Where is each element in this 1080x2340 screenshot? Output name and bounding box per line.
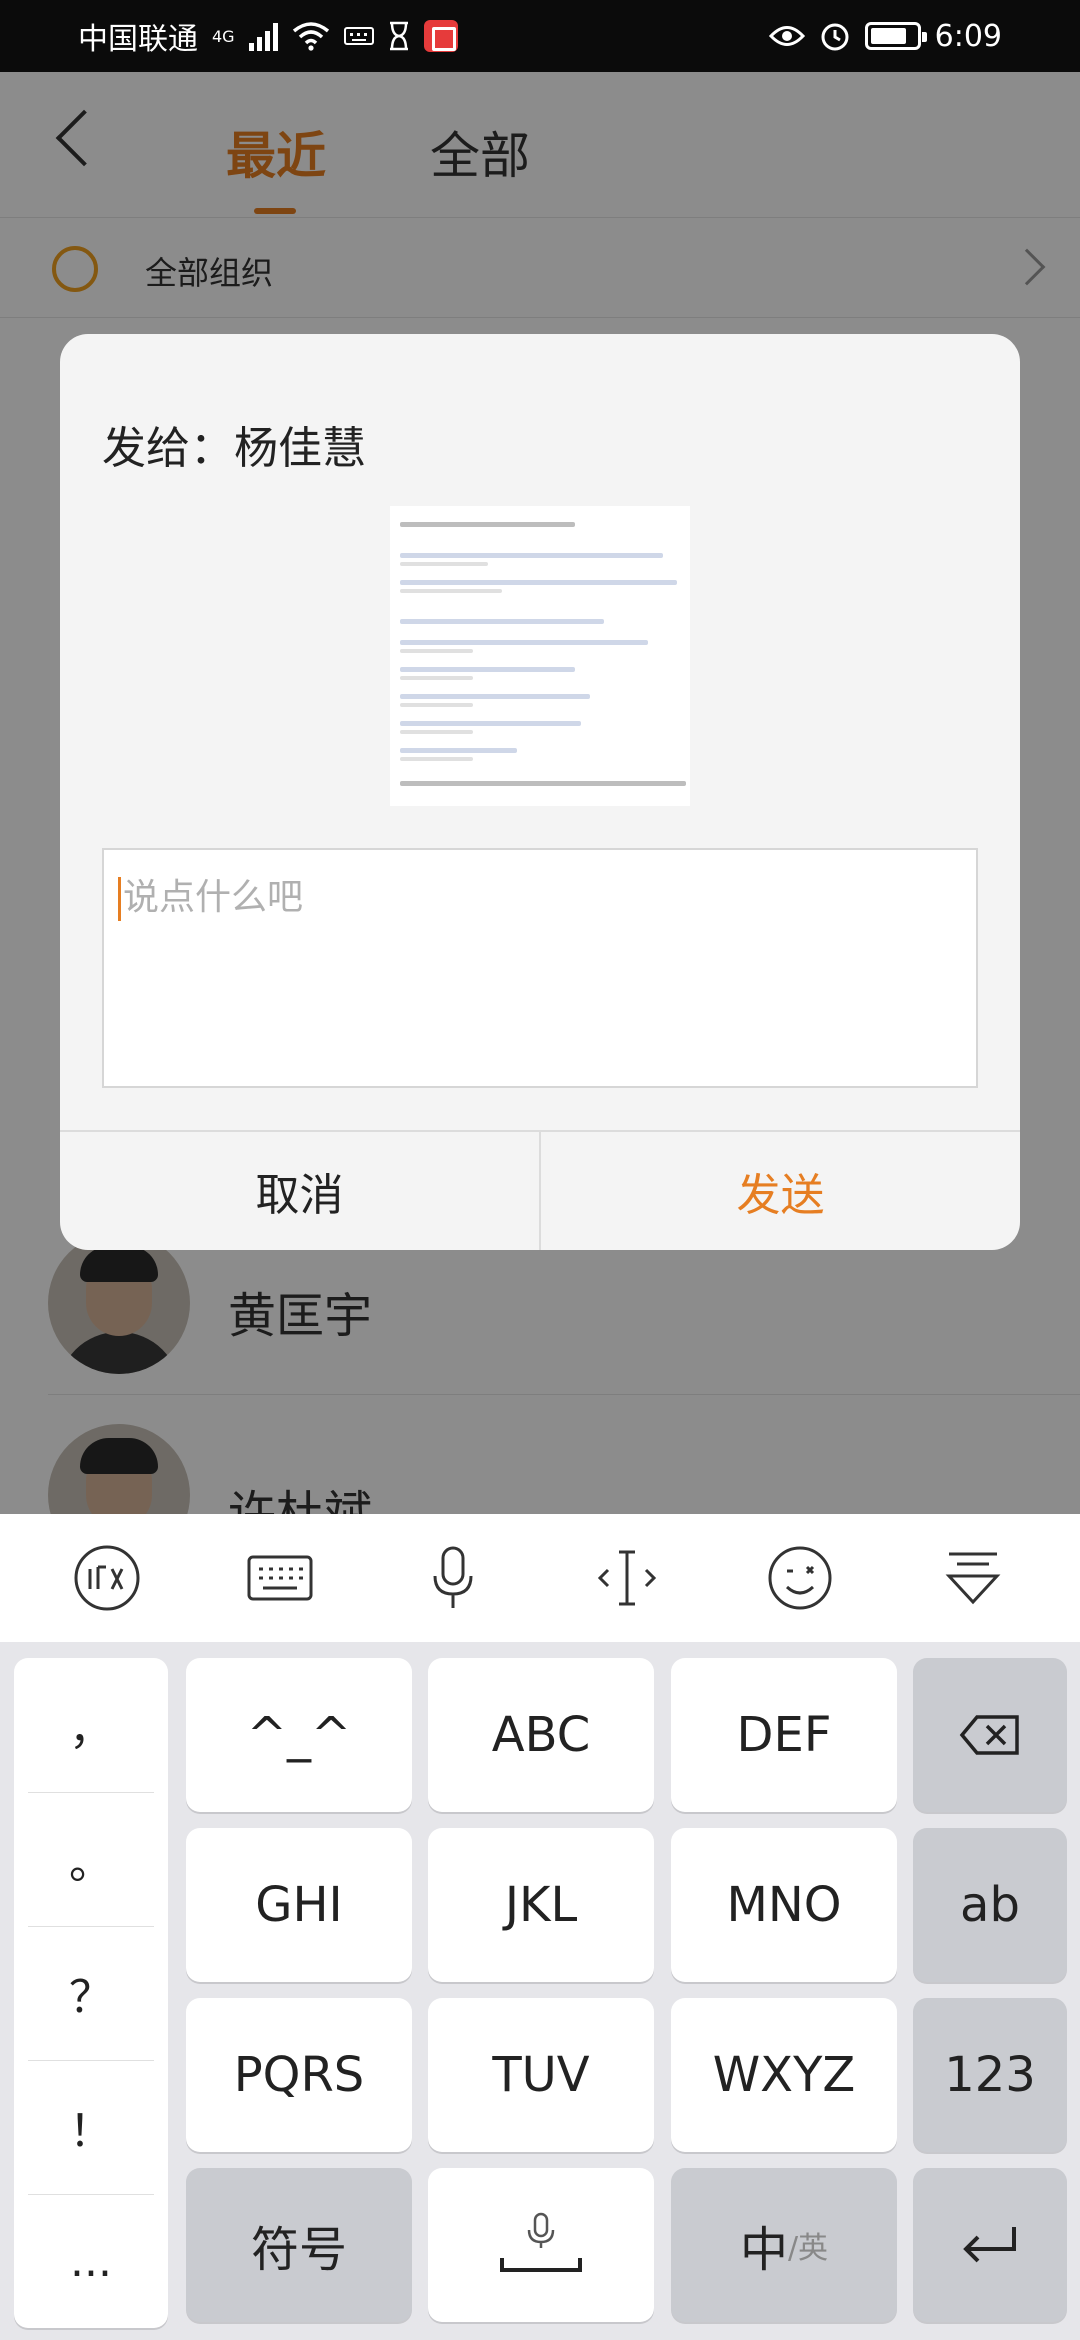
status-left: 中国联通 4G [78, 14, 458, 58]
key-pqrs[interactable]: PQRS [186, 1998, 412, 2152]
key-comma[interactable]: ， [14, 1658, 168, 1792]
alarm-icon [821, 23, 849, 51]
shared-image-thumbnail [390, 506, 690, 806]
hourglass-icon [389, 21, 408, 51]
key-jkl[interactable]: JKL [428, 1828, 654, 1982]
status-right: 6:09 [768, 18, 1002, 54]
key-period[interactable]: 。 [14, 1792, 168, 1926]
dialog-title: 发给：杨佳慧 [102, 423, 366, 474]
key-question[interactable]: ？ [14, 1926, 168, 2060]
message-placeholder: 说点什么吧 [123, 877, 304, 918]
ime-logo-icon[interactable] [62, 1533, 152, 1623]
space-key[interactable] [428, 2168, 654, 2322]
message-input[interactable]: 说点什么吧 [102, 848, 978, 1088]
space-mic-icon [500, 2212, 582, 2272]
key-mno[interactable]: MNO [671, 1828, 897, 1982]
punctuation-column: ， 。 ？ ！ ... [14, 1658, 168, 2328]
book-app-icon [423, 20, 458, 52]
carrier-name: 中国联通 [78, 22, 198, 57]
key-tuv[interactable]: TUV [428, 1998, 654, 2152]
enter-icon [963, 2227, 1016, 2263]
key-numbers[interactable]: 123 [913, 1998, 1067, 2152]
key-abc[interactable]: ABC [428, 1658, 654, 1812]
key-emoticon[interactable]: ^_^ [186, 1658, 412, 1812]
key-wxyz[interactable]: WXYZ [671, 1998, 897, 2152]
eye-icon [768, 26, 805, 46]
backspace-icon [959, 1715, 1019, 1755]
enter-key[interactable] [913, 2168, 1067, 2322]
clock-time: 6:09 [934, 18, 1002, 54]
hide-keyboard-icon[interactable] [928, 1533, 1018, 1623]
key-def[interactable]: DEF [671, 1658, 897, 1812]
key-exclamation[interactable]: ！ [14, 2060, 168, 2194]
key-english-mode[interactable]: ab [913, 1828, 1067, 1982]
keyboard-status-icon [343, 27, 374, 45]
cursor-move-icon[interactable] [582, 1533, 672, 1623]
network-type: 4G [212, 26, 235, 46]
key-language-toggle[interactable]: 中/英 [671, 2168, 897, 2322]
send-button[interactable]: 发送 [541, 1132, 1020, 1250]
keyboard-icon[interactable] [235, 1533, 325, 1623]
backspace-key[interactable] [913, 1658, 1067, 1812]
cancel-button[interactable]: 取消 [60, 1132, 541, 1250]
emoji-icon[interactable] [755, 1533, 845, 1623]
key-ghi[interactable]: GHI [186, 1828, 412, 1982]
wifi-icon [292, 22, 329, 51]
t9-keyboard: ， 。 ？ ！ ... ^_^ ABC DEF GHI JKL MNO ab P… [0, 1642, 1080, 2340]
status-bar: 中国联通 4G 6:09 [0, 0, 1080, 72]
lang-sub-label: /英 [787, 2231, 829, 2266]
text-caret [118, 877, 121, 921]
key-ellipsis[interactable]: ... [14, 2194, 168, 2328]
microphone-icon[interactable] [408, 1533, 498, 1623]
share-dialog: 发给：杨佳慧 说点什么吧 取消 发送 [60, 334, 1020, 1250]
keyboard-toolbar [0, 1514, 1080, 1642]
signal-icon [248, 21, 278, 51]
lang-main-label: 中 [739, 2222, 788, 2278]
key-symbols[interactable]: 符号 [186, 2168, 412, 2322]
dialog-buttons: 取消 发送 [60, 1130, 1020, 1250]
battery-icon [864, 22, 927, 50]
